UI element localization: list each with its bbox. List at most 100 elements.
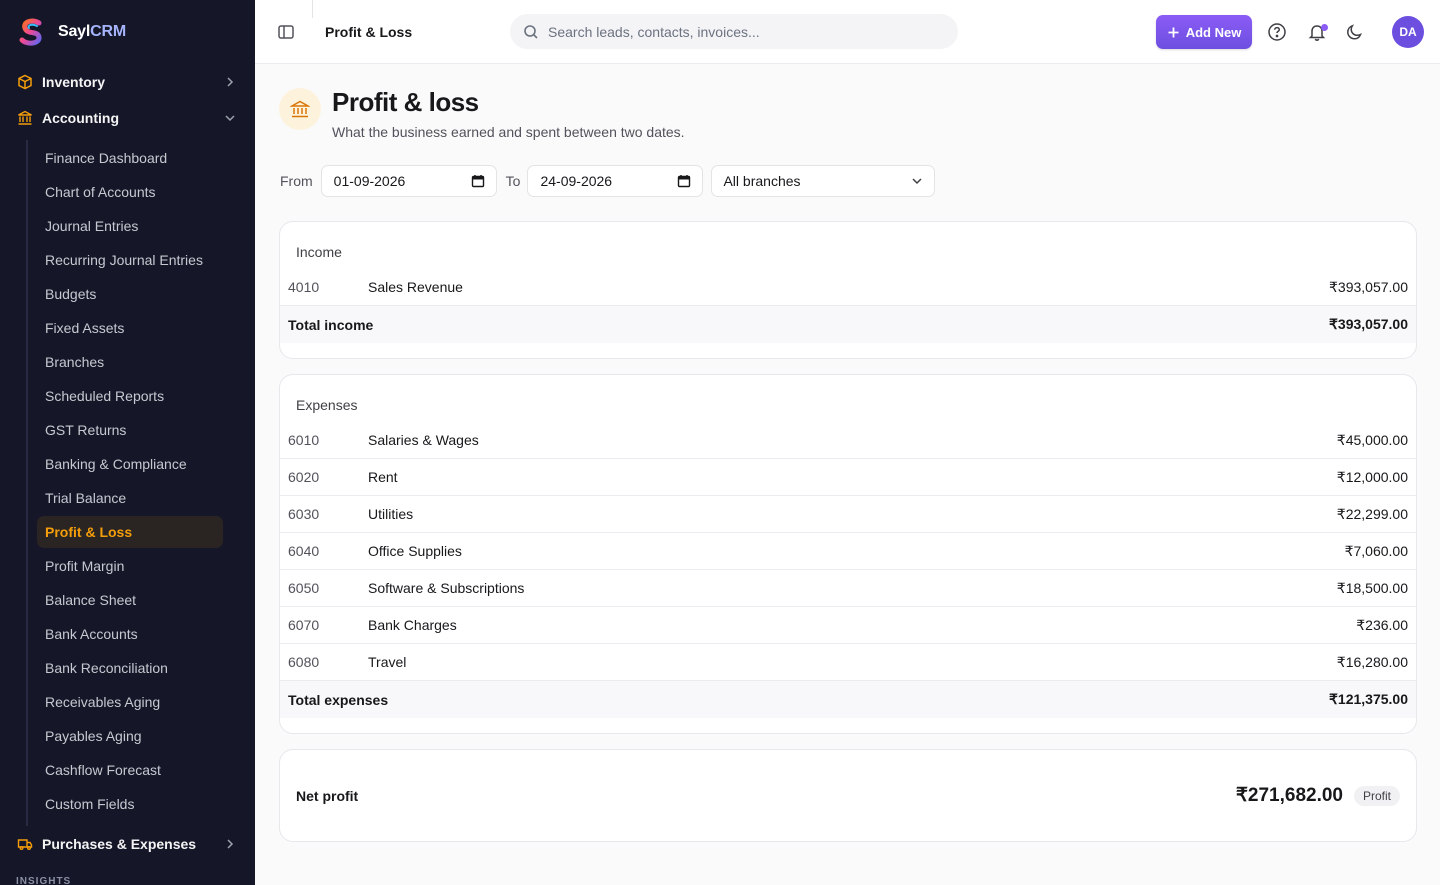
sidebar: SaylCRM Inventory Accounting Finance Das… xyxy=(0,0,255,885)
main-content: Profit & loss What the business earned a… xyxy=(255,65,1440,885)
table-row[interactable]: 6040 Office Supplies ₹7,060.00 xyxy=(280,533,1416,570)
table-row[interactable]: 6070 Bank Charges ₹236.00 xyxy=(280,607,1416,644)
sidebar-item-journal-entries[interactable]: Journal Entries xyxy=(37,210,223,242)
total-income-label: Total income xyxy=(288,316,374,333)
sidebar-group-label: Inventory xyxy=(42,74,106,90)
add-new-label: Add New xyxy=(1185,24,1242,40)
account-amount: ₹16,280.00 xyxy=(1336,653,1408,670)
chevron-down-icon xyxy=(912,178,922,185)
account-name: Salaries & Wages xyxy=(368,432,479,448)
table-row[interactable]: 6080 Travel ₹16,280.00 xyxy=(280,644,1416,681)
sidebar-item-branches[interactable]: Branches xyxy=(37,346,223,378)
from-date-field[interactable]: 01-09-2026 xyxy=(320,165,497,197)
sidebar-item-scheduled-reports[interactable]: Scheduled Reports xyxy=(37,380,223,412)
expenses-card-title: Expenses xyxy=(296,397,358,413)
from-label: From xyxy=(280,173,313,189)
moon-icon[interactable] xyxy=(1345,22,1365,42)
account-code: 6050 xyxy=(288,580,320,596)
table-row[interactable]: 6020 Rent ₹12,000.00 xyxy=(280,459,1416,496)
account-name: Software & Subscriptions xyxy=(368,580,525,596)
sidebar-group-label: Purchases & Expenses xyxy=(42,836,197,852)
divider xyxy=(312,0,313,18)
sidebar-item-receivables-aging[interactable]: Receivables Aging xyxy=(37,686,223,718)
income-card: Income 4010 Sales Revenue ₹393,057.00 To… xyxy=(279,221,1417,359)
expenses-card: Expenses 6010 Salaries & Wages ₹45,000.0… xyxy=(279,374,1417,734)
sidebar-item-recurring-journal-entries[interactable]: Recurring Journal Entries xyxy=(37,244,223,276)
calendar-icon[interactable] xyxy=(471,174,485,188)
sidebar-group-accounting[interactable]: Accounting xyxy=(0,100,255,136)
accounting-subnav: Finance Dashboard Chart of Accounts Jour… xyxy=(26,136,255,826)
logo-icon xyxy=(19,18,42,46)
sidebar-item-profit-loss[interactable]: Profit & Loss xyxy=(37,516,223,548)
income-card-title: Income xyxy=(296,244,342,260)
account-code: 6020 xyxy=(288,469,320,485)
sidebar-item-trial-balance[interactable]: Trial Balance xyxy=(37,482,223,514)
search-input[interactable] xyxy=(548,23,928,40)
breadcrumb: Profit & Loss xyxy=(325,24,413,40)
sidebar-item-banking-compliance[interactable]: Banking & Compliance xyxy=(37,448,223,480)
from-date-value: 01-09-2026 xyxy=(333,173,406,189)
to-date-field[interactable]: 24-09-2026 xyxy=(527,165,704,197)
box-icon xyxy=(17,74,33,90)
branch-select[interactable]: All branches xyxy=(711,165,936,197)
sidebar-item-payables-aging[interactable]: Payables Aging xyxy=(37,720,223,752)
status-badge: Profit xyxy=(1353,786,1400,806)
account-name: Rent xyxy=(368,469,398,485)
account-code: 6030 xyxy=(288,506,320,522)
sidebar-item-balance-sheet[interactable]: Balance Sheet xyxy=(37,584,223,616)
account-code: 4010 xyxy=(288,279,320,295)
account-name: Travel xyxy=(368,654,407,670)
brand[interactable]: SaylCRM xyxy=(0,0,255,64)
sidebar-item-custom-fields[interactable]: Custom Fields xyxy=(37,788,223,820)
sidebar-item-gst-returns[interactable]: GST Returns xyxy=(37,414,223,446)
account-amount: ₹236.00 xyxy=(1356,616,1408,633)
sidebar-item-bank-accounts[interactable]: Bank Accounts xyxy=(37,618,223,650)
net-profit-label: Net profit xyxy=(296,788,359,804)
total-row: Total expenses ₹121,375.00 xyxy=(280,681,1416,718)
sidebar-item-finance-dashboard[interactable]: Finance Dashboard xyxy=(37,142,223,174)
sidebar-group-purchases-expenses[interactable]: Purchases & Expenses xyxy=(0,826,255,862)
sidebar-item-profit-margin[interactable]: Profit Margin xyxy=(37,550,223,582)
account-code: 6080 xyxy=(288,654,320,670)
total-row: Total income ₹393,057.00 xyxy=(280,306,1416,343)
sidebar-item-budgets[interactable]: Budgets xyxy=(37,278,223,310)
total-expenses-label: Total expenses xyxy=(288,691,389,708)
total-expenses-amount: ₹121,375.00 xyxy=(1329,691,1408,707)
sidebar-toggle-icon[interactable] xyxy=(277,23,295,41)
help-icon[interactable] xyxy=(1267,22,1287,42)
avatar[interactable]: DA xyxy=(1392,16,1424,48)
table-row[interactable]: 6010 Salaries & Wages ₹45,000.00 xyxy=(280,422,1416,459)
filter-bar: From 01-09-2026 To 24-09-2026 All branch… xyxy=(280,165,936,197)
account-amount: ₹12,000.00 xyxy=(1336,468,1408,485)
sidebar-item-bank-reconciliation[interactable]: Bank Reconciliation xyxy=(37,652,223,684)
chevron-right-icon xyxy=(227,839,234,849)
page-icon xyxy=(279,88,321,130)
calendar-icon[interactable] xyxy=(677,174,691,188)
search-icon xyxy=(524,24,538,39)
account-name: Office Supplies xyxy=(368,543,462,559)
net-profit-amount: ₹271,682.00 xyxy=(1235,785,1343,806)
search-bar[interactable] xyxy=(510,14,958,49)
account-name: Utilities xyxy=(368,506,414,522)
account-amount: ₹18,500.00 xyxy=(1336,579,1408,596)
table-row[interactable]: 6050 Software & Subscriptions ₹18,500.00 xyxy=(280,570,1416,607)
table-row[interactable]: 6030 Utilities ₹22,299.00 xyxy=(280,496,1416,533)
account-amount: ₹45,000.00 xyxy=(1336,431,1408,448)
page-title: Profit & loss xyxy=(332,87,479,117)
sidebar-item-fixed-assets[interactable]: Fixed Assets xyxy=(37,312,223,344)
bank-icon xyxy=(290,100,310,118)
account-code: 6070 xyxy=(288,617,320,633)
add-new-button[interactable]: Add New xyxy=(1156,15,1252,49)
table-row[interactable]: 4010 Sales Revenue ₹393,057.00 xyxy=(280,269,1416,306)
page-subtitle: What the business earned and spent betwe… xyxy=(332,124,685,140)
account-code: 6040 xyxy=(288,543,320,559)
account-amount: ₹22,299.00 xyxy=(1336,505,1408,522)
sidebar-group-inventory[interactable]: Inventory xyxy=(0,64,255,100)
notification-dot xyxy=(1321,24,1328,31)
sidebar-item-chart-of-accounts[interactable]: Chart of Accounts xyxy=(37,176,223,208)
chevron-right-icon xyxy=(227,77,234,87)
topbar: Profit & Loss Add New DA xyxy=(255,0,1440,64)
to-label: To xyxy=(505,173,521,189)
account-code: 6010 xyxy=(288,432,320,448)
sidebar-item-cashflow-forecast[interactable]: Cashflow Forecast xyxy=(37,754,223,786)
